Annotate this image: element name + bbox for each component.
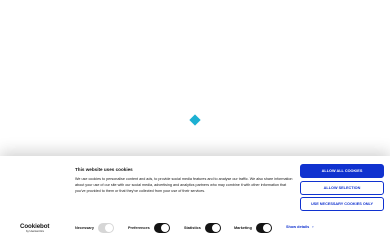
toggle-marketing: Marketing <box>234 223 272 233</box>
marketing-switch[interactable] <box>255 223 272 233</box>
switch-knob <box>105 224 114 232</box>
logo-subtitle: by Usercentrics <box>26 230 44 233</box>
switch-knob <box>160 224 169 232</box>
show-details-link[interactable]: Show details › <box>286 224 314 229</box>
toggle-necessary: Necessary <box>75 223 115 233</box>
allow-selection-button[interactable]: ALLOW SELECTION <box>300 181 384 195</box>
toggle-label: Necessary <box>75 226 95 230</box>
loading-diamond-icon <box>189 114 201 126</box>
statistics-switch[interactable] <box>204 223 221 233</box>
toggle-label: Marketing <box>234 226 252 230</box>
toggle-label: Statistics <box>184 226 201 230</box>
allow-all-cookies-button[interactable]: ALLOW ALL COOKIES <box>300 164 384 178</box>
banner-description: We use cookies to personalise content an… <box>75 177 293 194</box>
toggle-preferences: Preferences <box>128 223 170 233</box>
chevron-right-icon: › <box>312 224 314 229</box>
preferences-switch[interactable] <box>153 223 170 233</box>
show-details-label: Show details <box>286 224 310 229</box>
consent-toggles: Necessary Preferences Statistics Marketi… <box>75 223 375 233</box>
cookiebot-logo: Cookiebot by Usercentrics <box>20 223 49 233</box>
banner-title: This website uses cookies <box>75 167 133 172</box>
necessary-cookies-only-button[interactable]: USE NECESSARY COOKIES ONLY <box>300 197 384 211</box>
toggle-label: Preferences <box>128 226 150 230</box>
toggle-statistics: Statistics <box>184 223 221 233</box>
necessary-switch[interactable] <box>98 223 115 233</box>
switch-knob <box>262 224 271 232</box>
switch-knob <box>211 224 220 232</box>
page: This website uses cookies We use cookies… <box>0 0 390 240</box>
